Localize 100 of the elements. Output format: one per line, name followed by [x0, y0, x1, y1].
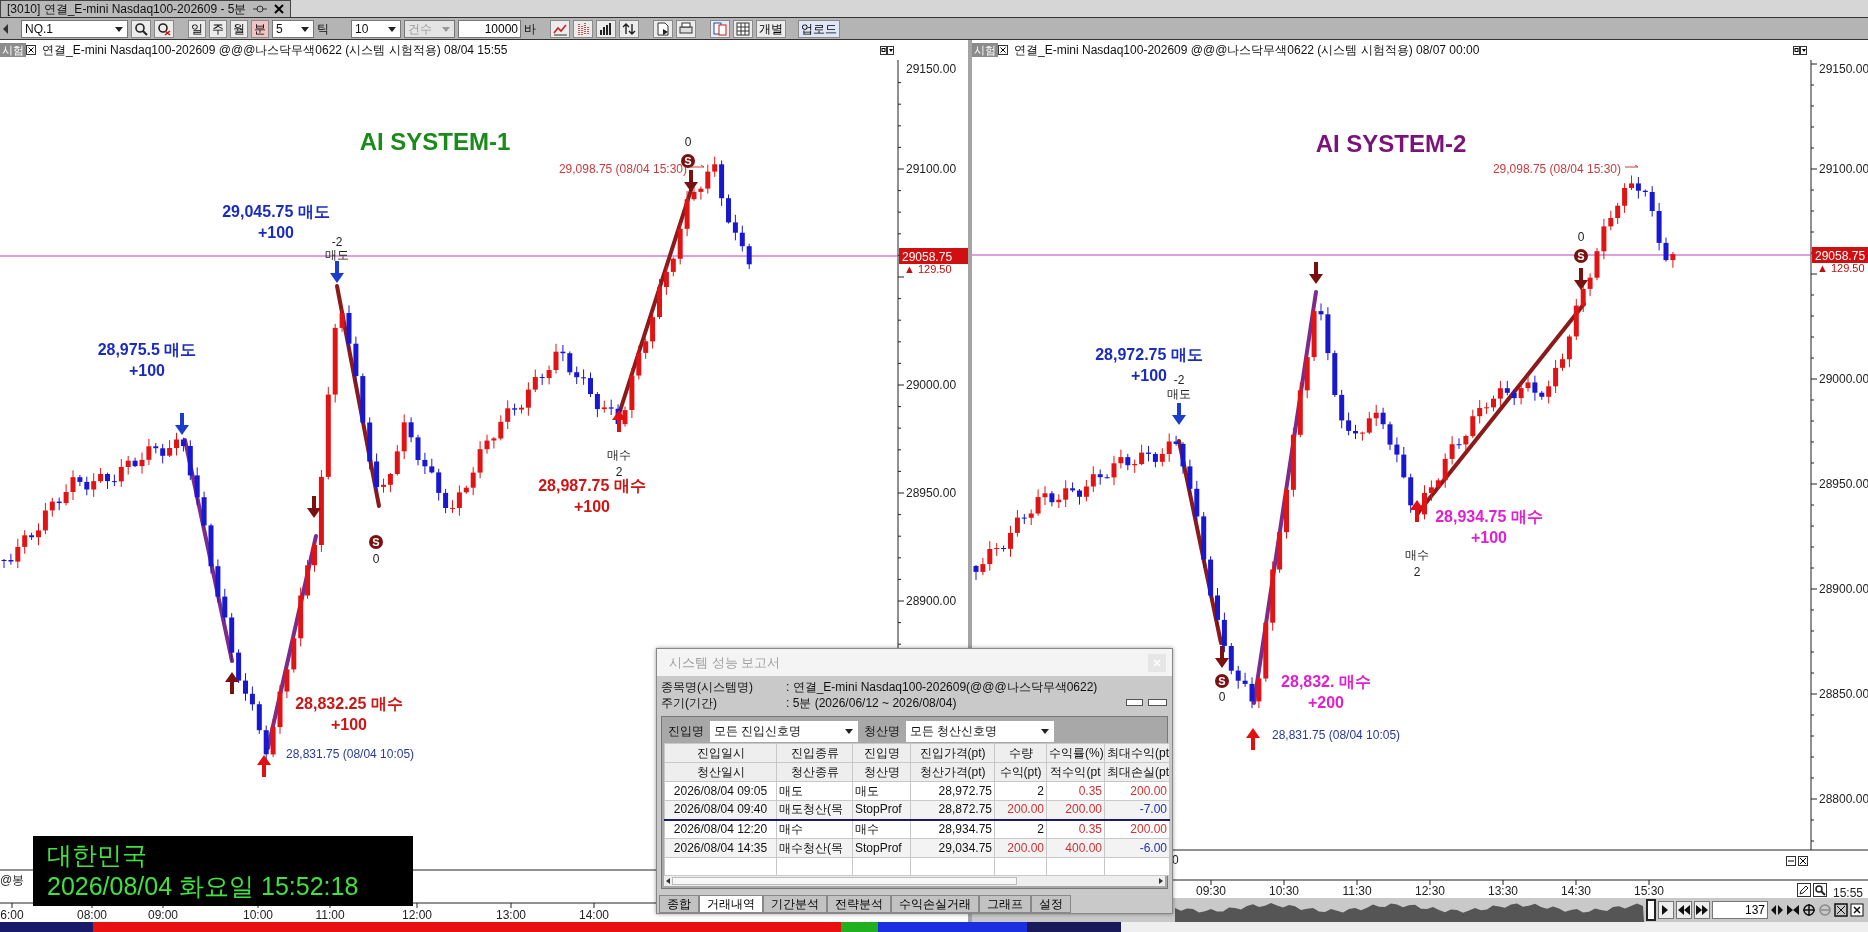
- axis-label: 11:30: [1342, 884, 1372, 898]
- system-title: AI SYSTEM-2: [1315, 130, 1467, 157]
- pane-badge: 시험: [0, 43, 26, 57]
- price-change-label: ▲ 129.50: [1817, 262, 1865, 274]
- axis-label: 28950.00: [1819, 477, 1868, 491]
- chart-title: 연결_E-mini Nasdaq100-202609 @@@나스닥무색0622 (시스템 시험적용) 08/04 15:55: [42, 42, 508, 59]
- report-tab[interactable]: 그래프: [979, 895, 1031, 913]
- trade-price-label: 28,975.5 매도: [97, 341, 197, 358]
- signal-label: -2: [1173, 373, 1185, 387]
- axis-label: 28950.00: [906, 486, 957, 500]
- info-label: 종목명(시스템명): [661, 679, 754, 695]
- window-title: [3010] 연결_E-mini Nasdaq100-202609 - 5분: [7, 1, 247, 18]
- exit-badge: S: [1215, 674, 1229, 688]
- period-button[interactable]: 월: [230, 19, 248, 38]
- axis-label: 29150.00: [1819, 62, 1868, 76]
- table-cell: 0.35: [1046, 781, 1105, 801]
- column-header: 수익률(%): [1046, 743, 1105, 763]
- trade-price-label: 29,045.75 매도: [222, 203, 330, 220]
- pane-footer-label: @봉: [0, 873, 25, 887]
- signal-label: 0: [684, 135, 692, 149]
- axis-label: 09:00: [148, 908, 178, 922]
- price-extreme-label: 28,831.75 (08/04 10:05): [1272, 728, 1401, 742]
- exit-badge: S: [369, 535, 383, 549]
- signal-label: 0: [1577, 230, 1585, 244]
- report-tab[interactable]: 수익손실거래: [891, 895, 979, 913]
- period-button[interactable]: 일: [188, 19, 206, 38]
- toolbar-button[interactable]: 개별: [756, 19, 786, 38]
- count-input[interactable]: 10000: [458, 19, 521, 38]
- exit-badge: S: [1574, 249, 1588, 263]
- signal-label: 매수: [607, 448, 631, 462]
- table-cell: 2: [994, 781, 1047, 801]
- trade-price-label: 28,934.75 매수: [1435, 508, 1543, 525]
- tick-dropdown[interactable]: 10: [351, 19, 401, 38]
- price-extreme-label: 28,831.75 (08/04 10:05): [286, 747, 415, 761]
- table-cell: 200.00: [1104, 781, 1170, 801]
- column-header: 수량: [994, 743, 1047, 763]
- axis-label: 28900.00: [906, 594, 957, 608]
- report-tab[interactable]: 종합: [659, 895, 699, 913]
- table-cell: 2026/08/04 09:05: [664, 781, 777, 801]
- quantity-label: +100: [331, 716, 367, 733]
- price-tag: 29058.75: [1812, 247, 1868, 263]
- column-header: 최대수익(pt: [1104, 743, 1170, 763]
- trade-price-label: 28,832.25 매수: [295, 695, 403, 712]
- axis-label: 29000.00: [1819, 372, 1868, 386]
- quantity-label: +100: [574, 498, 610, 515]
- quantity-label: +100: [1131, 367, 1167, 384]
- axis-label: 6:00: [0, 908, 24, 922]
- pane-badge: 시험: [972, 43, 998, 57]
- filter-dropdown[interactable]: 모든 진입신호명: [710, 720, 858, 742]
- trade-price-label: 28,972.75 매도: [1095, 346, 1203, 363]
- price-change-label: ▲ 129.50: [904, 263, 952, 275]
- axis-label: 15:30: [1634, 884, 1664, 898]
- report-tab[interactable]: 설정: [1031, 895, 1071, 913]
- axis-label: 14:00: [579, 908, 609, 922]
- axis-label: 10:30: [1269, 884, 1299, 898]
- column-header: 진입종류: [776, 743, 853, 763]
- quantity-label: +100: [1471, 529, 1507, 546]
- filter-dropdown[interactable]: 모든 청산신호명: [906, 720, 1054, 742]
- axis-label: 09:30: [1196, 884, 1226, 898]
- bar-count-input[interactable]: 137: [1712, 901, 1768, 919]
- axis-label: 12:30: [1415, 884, 1445, 898]
- signal-label: 0: [372, 552, 380, 566]
- interval-dropdown[interactable]: 5: [272, 19, 314, 38]
- axis-label: 29100.00: [1819, 162, 1868, 176]
- report-tab[interactable]: 거래내역: [699, 895, 763, 913]
- symbol-dropdown[interactable]: NQ.1: [21, 19, 128, 38]
- info-label: 주기(기간): [661, 695, 718, 711]
- filter-label: 청산명: [864, 723, 900, 740]
- quantity-label: +100: [258, 224, 294, 241]
- dialog-title: 시스템 성능 보고서: [669, 653, 781, 672]
- price-extreme-label: 29,098.75 (08/04 15:30): [1492, 162, 1621, 176]
- price-tag: 29058.75: [899, 248, 968, 264]
- axis-label: 11:00: [315, 908, 345, 922]
- toolbar-button[interactable]: 업로드: [798, 19, 840, 38]
- system-title: AI SYSTEM-1: [359, 128, 511, 155]
- axis-label: 14:30: [1561, 884, 1591, 898]
- signal-label: -2: [331, 235, 343, 249]
- country-label: 대한민국: [47, 840, 148, 871]
- report-tab[interactable]: 전략분석: [827, 895, 891, 913]
- period-button[interactable]: 분: [251, 19, 269, 38]
- table-cell: 28,972.75: [910, 781, 995, 801]
- axis-label: 12:00: [402, 908, 432, 922]
- column-header: 진입명: [852, 743, 911, 763]
- filter-label: 진입명: [668, 723, 704, 740]
- axis-label: 29000.00: [906, 378, 957, 392]
- axis-label: 28850.00: [1819, 687, 1868, 701]
- axis-label: 29150.00: [906, 62, 957, 76]
- quantity-label: +200: [1308, 694, 1344, 711]
- chart-title: 연결_E-mini Nasdaq100-202609 @@@나스닥무색0622 (시스템 시험적용) 08/07 00:00: [1014, 42, 1480, 59]
- axis-label: 10:00: [243, 908, 273, 922]
- signal-label: 0: [1218, 690, 1226, 704]
- table-cell: 매도: [852, 781, 911, 801]
- report-tab[interactable]: 기간분석: [763, 895, 827, 913]
- signal-label: 2: [615, 465, 623, 479]
- period-button[interactable]: 주: [209, 19, 227, 38]
- column-header: 진입일시: [664, 743, 777, 763]
- trade-price-label: 28,987.75 매수: [538, 477, 646, 494]
- column-header: 진입가격(pt): [910, 743, 995, 763]
- axis-label: 29100.00: [906, 162, 957, 176]
- signal-label: 매수: [1405, 548, 1429, 562]
